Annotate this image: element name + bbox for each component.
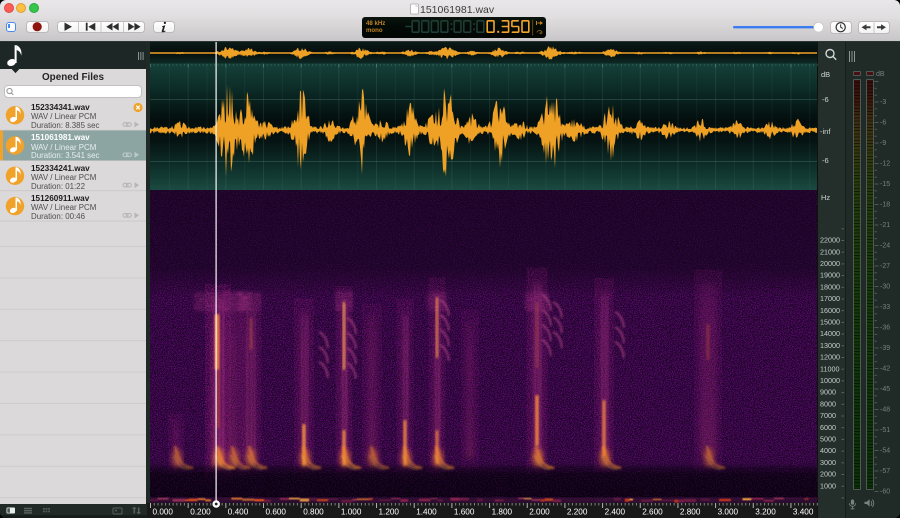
svg-text:-6: -6 [822, 95, 829, 104]
svg-text:14000: 14000 [820, 329, 840, 338]
svg-text:1.000: 1.000 [341, 508, 362, 517]
svg-text:-51: -51 [880, 427, 890, 434]
svg-text:-24: -24 [880, 243, 890, 250]
svg-text:-30: -30 [880, 284, 890, 291]
svg-text:1.800: 1.800 [492, 508, 513, 517]
svg-text:-15: -15 [880, 181, 890, 188]
svg-text:3.200: 3.200 [755, 508, 776, 517]
svg-text:4000: 4000 [820, 446, 836, 455]
svg-text:2.800: 2.800 [680, 508, 701, 517]
svg-text:16000: 16000 [820, 306, 840, 315]
svg-text:22000: 22000 [820, 236, 840, 245]
svg-text:-21: -21 [880, 222, 890, 229]
svg-text:-3: -3 [880, 99, 886, 106]
svg-text:1000: 1000 [820, 481, 836, 490]
svg-text:1.600: 1.600 [454, 508, 475, 517]
svg-text:-42: -42 [880, 366, 890, 373]
svg-text:3.000: 3.000 [718, 508, 739, 517]
svg-text:-27: -27 [880, 263, 890, 270]
svg-text:-48: -48 [880, 407, 890, 414]
svg-text:19000: 19000 [820, 271, 840, 280]
svg-text:10000: 10000 [820, 376, 840, 385]
svg-text:2000: 2000 [820, 470, 836, 479]
svg-text:0.800: 0.800 [303, 508, 324, 517]
svg-text:-54: -54 [880, 448, 890, 455]
svg-text:0.000: 0.000 [153, 508, 174, 517]
svg-text:dB: dB [876, 71, 885, 78]
svg-text:-6: -6 [880, 120, 886, 127]
svg-text:21000: 21000 [820, 247, 840, 256]
svg-text:6000: 6000 [820, 423, 836, 432]
svg-text:15000: 15000 [820, 318, 840, 327]
svg-text:-36: -36 [880, 325, 890, 332]
svg-text:20000: 20000 [820, 259, 840, 268]
svg-text:-57: -57 [880, 468, 890, 475]
svg-text:12000: 12000 [820, 353, 840, 362]
svg-text:-18: -18 [880, 202, 890, 209]
svg-text:2.200: 2.200 [567, 508, 588, 517]
svg-text:9000: 9000 [820, 388, 836, 397]
svg-text:Hz: Hz [821, 193, 830, 202]
svg-text:3.400: 3.400 [793, 508, 814, 517]
svg-text:-33: -33 [880, 304, 890, 311]
svg-text:3000: 3000 [820, 458, 836, 467]
svg-text:13000: 13000 [820, 341, 840, 350]
svg-text:0.600: 0.600 [266, 508, 287, 517]
svg-text:2.000: 2.000 [529, 508, 550, 517]
svg-text:17000: 17000 [820, 294, 840, 303]
svg-text:2.400: 2.400 [605, 508, 626, 517]
svg-text:dB: dB [821, 70, 830, 79]
svg-text:-39: -39 [880, 345, 890, 352]
svg-text:-6: -6 [822, 156, 829, 165]
svg-text:-9: -9 [880, 140, 886, 147]
svg-text:11000: 11000 [820, 364, 839, 373]
svg-text:-12: -12 [880, 161, 890, 168]
svg-text:1.400: 1.400 [416, 508, 437, 517]
svg-text:5000: 5000 [820, 435, 836, 444]
svg-text:8000: 8000 [820, 399, 836, 408]
svg-text:0.200: 0.200 [190, 508, 211, 517]
svg-text:2.600: 2.600 [642, 508, 663, 517]
svg-text:7000: 7000 [820, 411, 836, 420]
svg-text:-45: -45 [880, 386, 890, 393]
svg-text:18000: 18000 [820, 282, 840, 291]
svg-text:0.400: 0.400 [228, 508, 249, 517]
svg-text:1.200: 1.200 [379, 508, 400, 517]
svg-text:-inf: -inf [820, 127, 831, 136]
svg-text:-60: -60 [880, 489, 890, 496]
